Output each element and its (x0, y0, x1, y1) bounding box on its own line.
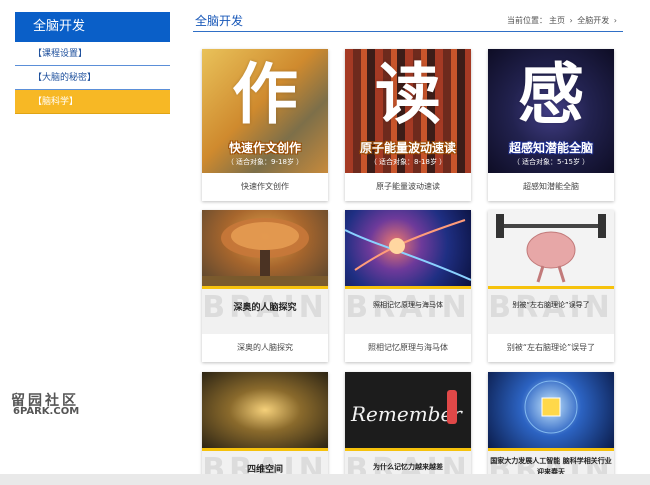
card-big-character: 作 (232, 56, 298, 133)
card-image[interactable]: BRAIN 四维空间 (202, 372, 328, 485)
card-audience: （ 适合对象：5-15岁 ） (512, 158, 590, 166)
sidebar: 全脑开发 【课程设置】 【大脑的秘密】 【脑科学】 (15, 12, 170, 114)
card-audience: （ 适合对象：8-18岁 ） (369, 158, 447, 166)
exclamation-icon (447, 390, 457, 424)
breadcrumb-home-link[interactable]: 主页 (549, 16, 565, 25)
bottom-scrollbar[interactable] (0, 474, 650, 485)
card-image[interactable]: BRAIN 国家大力发展人工智能 脑科学相关行业迎来春天 (488, 372, 614, 485)
band-title: 深奥的人脑探究 (233, 303, 297, 313)
card-subtitle: 快速作文创作 (228, 141, 301, 155)
card-image[interactable]: BRAIN 深奥的人脑探究 (202, 210, 328, 334)
card-image[interactable]: 读 原子能量波动速读 （ 适合对象：8-18岁 ） (345, 49, 471, 173)
brain-dumbbell-photo (488, 210, 614, 286)
card-big-character: 感 (518, 56, 584, 133)
card-caption-link[interactable]: 超感知潜能全脑 (488, 173, 614, 201)
digital-head-photo (488, 372, 614, 448)
page-title: 全脑开发 (195, 14, 244, 28)
neuron-icon (345, 219, 471, 281)
brain-band: BRAIN 照相记忆原理与海马体 (345, 286, 471, 334)
breadcrumb-separator-icon: › (613, 16, 617, 25)
article-card-photographic-memory[interactable]: BRAIN 照相记忆原理与海马体 照相记忆原理与海马体 (345, 210, 471, 362)
course-card-speed-reading[interactable]: 读 原子能量波动速读 （ 适合对象：8-18岁 ） 原子能量波动速读 (345, 49, 471, 201)
article-card-4d-space[interactable]: BRAIN 四维空间 (202, 372, 328, 485)
card-caption-link[interactable]: 快速作文创作 (202, 173, 328, 201)
card-subtitle: 超感知潜能全脑 (508, 141, 593, 155)
band-title: 照相记忆原理与海马体 (373, 301, 443, 309)
breadcrumb: 当前位置： 主页 › 全脑开发 › (505, 15, 617, 26)
sidebar-item-brain-science[interactable]: 【脑科学】 (15, 90, 170, 114)
content-header: 全脑开发 当前位置： 主页 › 全脑开发 › (193, 12, 623, 32)
card-image[interactable]: 作 快速作文创作 （ 适合对象：9-18岁 ） (202, 49, 328, 173)
band-title: 别被“左右脑理论”误导了 (512, 301, 590, 309)
brain-band: BRAIN 深奥的人脑探究 (202, 286, 328, 334)
breadcrumb-current-link[interactable]: 全脑开发 (577, 16, 609, 25)
card-big-character: 读 (375, 56, 441, 133)
breadcrumb-separator-icon: › (569, 16, 573, 25)
course-card-composition[interactable]: 作 快速作文创作 （ 适合对象：9-18岁 ） 快速作文创作 (202, 49, 328, 201)
article-card-left-right-brain[interactable]: BRAIN 别被“左右脑理论”误导了 别被“左右脑理论”误导了 (488, 210, 614, 362)
card-caption-link[interactable]: 别被“左右脑理论”误导了 (488, 334, 614, 362)
card-image[interactable]: BRAIN 照相记忆原理与海马体 (345, 210, 471, 334)
article-card-memory-decline[interactable]: Remember BRAIN 为什么记忆力越来越差 (345, 372, 471, 485)
sidebar-item-course-settings[interactable]: 【课程设置】 (15, 42, 170, 66)
breadcrumb-prefix: 当前位置： (506, 16, 547, 25)
band-title: 为什么记忆力越来越差 (373, 463, 443, 471)
card-subtitle: 原子能量波动速读 (359, 141, 456, 155)
card-image[interactable]: 感 超感知潜能全脑 （ 适合对象：5-15岁 ） (488, 49, 614, 173)
corridor-photo (202, 372, 328, 448)
remember-chalk-text: Remember (351, 402, 462, 426)
article-card-ai-brain-science[interactable]: BRAIN 国家大力发展人工智能 脑科学相关行业迎来春天 (488, 372, 614, 485)
sidebar-item-brain-secrets[interactable]: 【大脑的秘密】 (15, 66, 170, 90)
article-card-brain-research[interactable]: BRAIN 深奥的人脑探究 深奥的人脑探究 (202, 210, 328, 362)
chalkboard-photo: Remember (345, 372, 471, 448)
brain-lifting-icon (496, 214, 606, 283)
chip-head-icon (524, 380, 578, 434)
brain-tree-photo (202, 210, 328, 286)
brain-tree-icon (202, 218, 328, 286)
card-caption-link[interactable]: 照相记忆原理与海马体 (345, 334, 471, 362)
neuron-photo (345, 210, 471, 286)
course-card-super-perception[interactable]: 感 超感知潜能全脑 （ 适合对象：5-15岁 ） 超感知潜能全脑 (488, 49, 614, 201)
sidebar-title: 全脑开发 (15, 12, 170, 42)
card-image[interactable]: BRAIN 别被“左右脑理论”误导了 (488, 210, 614, 334)
site-watermark-url: 6PARK.COM (13, 406, 80, 417)
card-audience: （ 适合对象：9-18岁 ） (226, 158, 304, 166)
brain-band: BRAIN 别被“左右脑理论”误导了 (488, 286, 614, 334)
card-image[interactable]: Remember BRAIN 为什么记忆力越来越差 (345, 372, 471, 485)
card-caption-link[interactable]: 深奥的人脑探究 (202, 334, 328, 362)
card-caption-link[interactable]: 原子能量波动速读 (345, 173, 471, 201)
